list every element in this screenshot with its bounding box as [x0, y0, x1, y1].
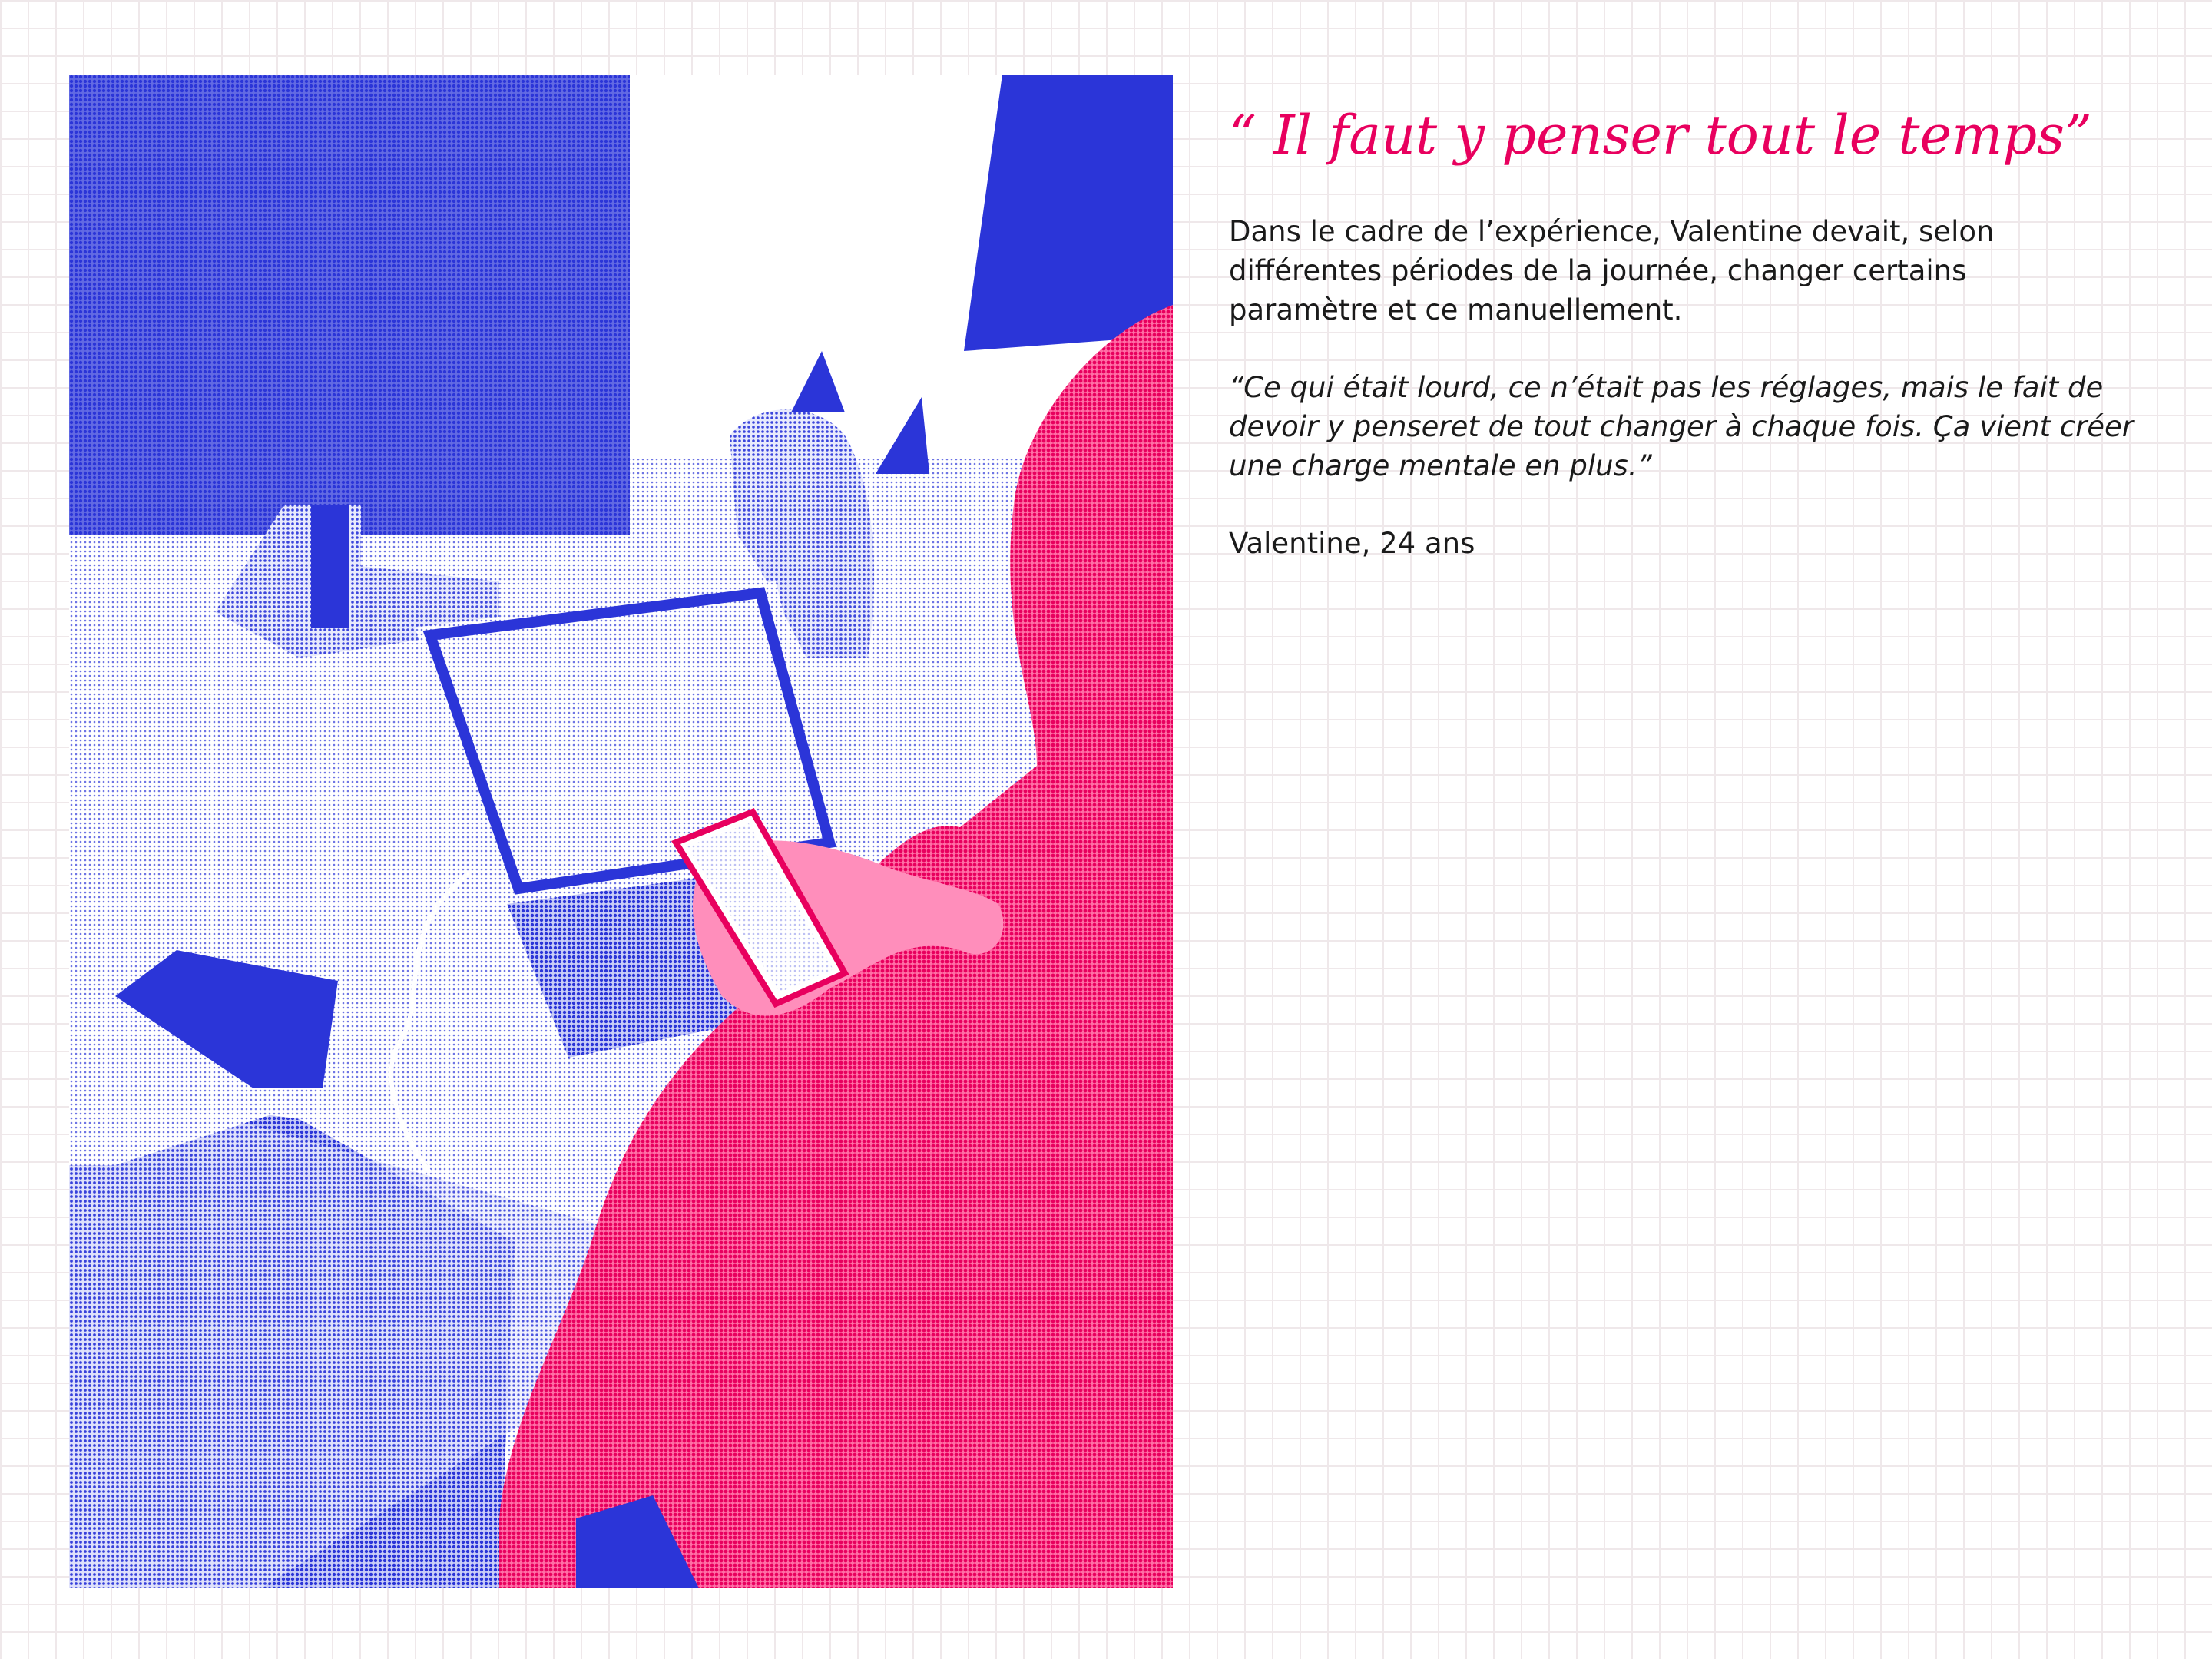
body-line: différentes périodes de la journée, chan…: [1229, 254, 1967, 287]
body-paragraph: Dans le cadre de l’expérience, Valentine…: [1229, 212, 2135, 329]
halftone-photo: [69, 75, 1173, 1588]
body-line: paramètre et ce manuellement.: [1229, 293, 1683, 326]
text-column: “ Il faut y penser tout le temps” Dans l…: [1229, 98, 2135, 563]
quote-line: devoir y penseret de tout changer à chaq…: [1229, 410, 2134, 443]
quote-line: une charge mentale en plus.”: [1229, 449, 1652, 482]
quote-author: Valentine, 24 ans: [1229, 527, 1475, 560]
body-line: Dans le cadre de l’expérience, Valentine…: [1229, 215, 1995, 248]
headline: “ Il faut y penser tout le temps”: [1229, 104, 2092, 167]
photo-illustration: [69, 75, 1173, 1588]
quote-paragraph: “Ce qui était lourd, ce n’était pas les …: [1229, 368, 2135, 485]
quote-line: “Ce qui était lourd, ce n’était pas les …: [1229, 371, 2104, 404]
